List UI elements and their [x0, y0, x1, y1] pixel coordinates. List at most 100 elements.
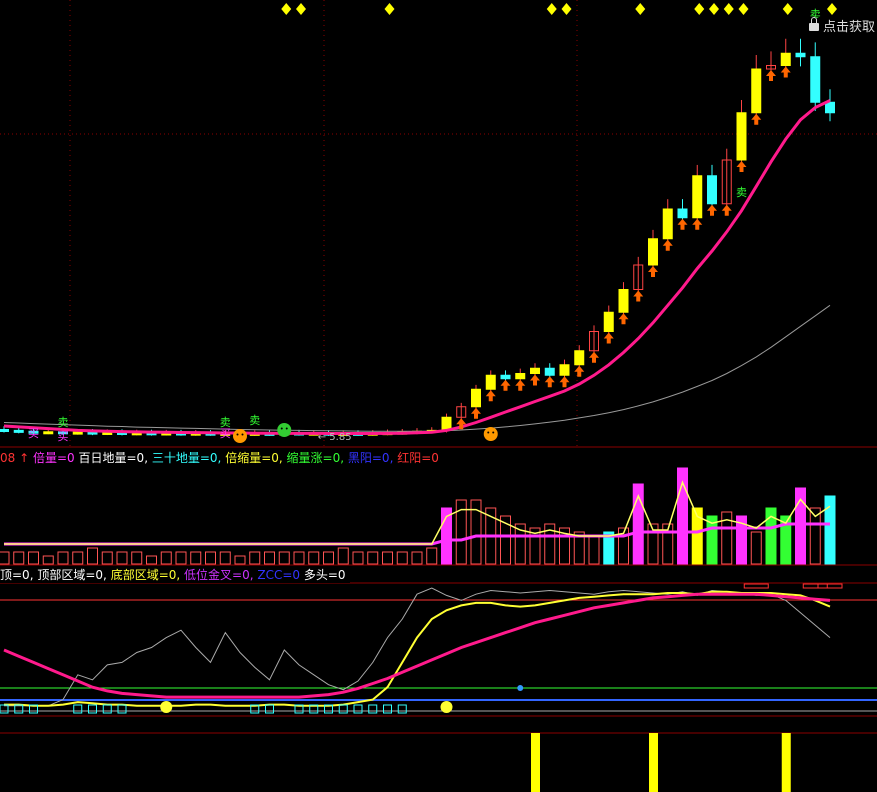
volume-bar — [175, 551, 187, 565]
smiley-eye — [285, 427, 288, 430]
volume-bar — [293, 551, 305, 565]
up-arrow-icon — [530, 374, 540, 386]
candle — [795, 52, 806, 58]
up-arrow-icon — [485, 390, 496, 402]
bottom-marker — [88, 704, 97, 714]
candles — [0, 38, 835, 436]
up-arrow-icon — [692, 218, 703, 230]
diamond-icon — [384, 3, 395, 15]
buy-signal-label: 买 — [28, 427, 39, 440]
lock-icon — [808, 17, 819, 31]
sell-signal-label: 卖 — [736, 186, 747, 199]
up-arrow-icon — [544, 376, 555, 388]
volume-label-beisuoliang: 倍缩量=0, — [225, 451, 283, 465]
volume-ma-line — [4, 522, 830, 546]
ma-slow-line — [3, 304, 831, 432]
smiley-icon — [440, 701, 453, 713]
up-arrow-icon — [471, 407, 481, 419]
candle — [471, 388, 481, 408]
signal-bar — [781, 733, 791, 792]
candle — [677, 208, 688, 219]
diamond-icon — [296, 3, 306, 15]
volume-ma5-line — [4, 480, 831, 545]
volume-bar — [323, 551, 334, 565]
volume-bar — [116, 551, 128, 565]
smiley-eye — [236, 433, 239, 436]
volume-bar — [382, 551, 393, 565]
diamond-icon — [281, 3, 292, 15]
volume-label-bairidiliang: 百日地量=0, — [78, 451, 149, 465]
candle — [603, 311, 614, 332]
up-arrow-icon — [559, 376, 570, 388]
candle — [692, 175, 703, 219]
candle — [559, 364, 570, 376]
candle — [736, 112, 747, 161]
volume-arrow-text: 08 ↑ — [0, 451, 30, 465]
diamond-icon — [723, 3, 734, 15]
volume-label-sanshidiliang: 三十地量=0, — [151, 451, 222, 465]
up-arrow-icon — [721, 204, 732, 216]
candle — [544, 367, 555, 376]
diamond-icon — [546, 3, 557, 15]
top-zone-marker — [743, 583, 769, 589]
volume-bar — [13, 551, 25, 565]
cross-dot — [517, 685, 524, 691]
smiley-face — [440, 701, 453, 713]
login-label: 点击获取 — [822, 20, 875, 35]
diamond-icon — [738, 3, 749, 15]
indicator-header: 顶=0, 顶部区域=0, 底部区域=0, 低位金叉=0, ZCC=0 多头=0 — [0, 567, 350, 583]
volume-bar — [160, 551, 172, 565]
volume-label-hongyang: 红阳=0 — [397, 451, 439, 465]
sell-signal-label: 卖 — [249, 414, 260, 427]
sell-signal-label: 卖 — [220, 416, 231, 429]
volume-bar — [367, 551, 379, 565]
candle — [13, 429, 24, 433]
bottom-marker — [117, 704, 127, 714]
smiley-face — [160, 701, 173, 713]
volume-bar — [205, 551, 216, 565]
candle — [751, 68, 762, 114]
volume-bar — [72, 551, 84, 565]
top-zone-marker — [817, 583, 843, 589]
bottom-marker — [397, 704, 407, 714]
indicator-line-d — [4, 590, 831, 707]
volume-bar — [219, 551, 231, 565]
indicator-label-diweijincha: 低位金叉=0, — [184, 568, 254, 582]
candle — [780, 52, 791, 66]
indicator-label-duotou: 多头=0 — [303, 568, 346, 582]
smiley-face — [233, 429, 247, 443]
signal-bars — [531, 733, 791, 792]
candle — [574, 350, 585, 366]
volume-label-suolianzhang: 缩量涨=0, — [286, 451, 345, 465]
signal-bar — [649, 733, 658, 792]
up-arrow-icon — [515, 379, 526, 391]
smiley-icon — [233, 429, 247, 443]
diamond-icon — [782, 3, 793, 15]
volume-bar — [87, 547, 98, 565]
diamond-icon — [694, 3, 705, 15]
bottom-marker — [102, 704, 112, 714]
up-arrow-icon — [751, 113, 762, 125]
candle — [515, 373, 526, 380]
candle — [662, 208, 673, 240]
login-button[interactable]: 点击获取 — [804, 17, 875, 38]
volume-bar — [146, 555, 157, 565]
top-zone-marker — [802, 583, 828, 589]
ma-main-line — [3, 99, 831, 435]
candle — [485, 374, 496, 390]
smiley-eye — [241, 433, 244, 436]
smiley-eye — [280, 427, 283, 430]
up-arrow-icon — [677, 218, 688, 230]
smiley-icon — [483, 427, 498, 441]
volume-bar — [264, 551, 275, 565]
volume-bar — [101, 551, 113, 565]
volume-indicator-header: 08 ↑ 倍量=0 百日地量=0, 三十地量=0, 倍缩量=0, 缩量涨=0, … — [0, 450, 443, 466]
candle — [500, 374, 511, 380]
smiley-eye — [492, 431, 495, 434]
up-arrow-icon — [574, 365, 585, 377]
volume-bar — [588, 535, 600, 565]
volume-label-heiyang: 黑阳=0, — [347, 451, 394, 465]
candle — [618, 289, 629, 313]
diamond-icon — [827, 3, 837, 15]
up-arrow-icon — [736, 161, 747, 172]
